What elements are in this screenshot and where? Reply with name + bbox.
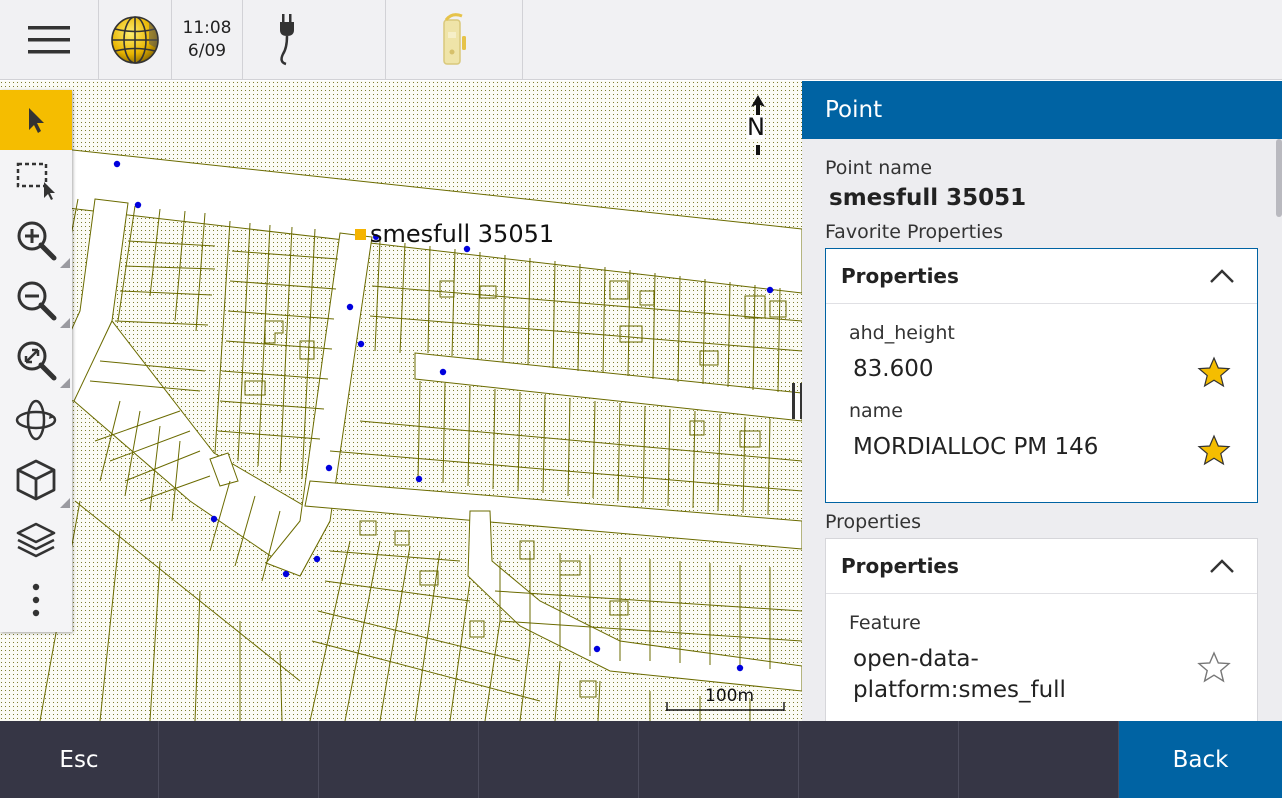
property-row: ahd_height 83.600 bbox=[826, 304, 1257, 388]
star-filled-icon[interactable] bbox=[1197, 434, 1231, 468]
time-text: 11:08 bbox=[182, 18, 232, 38]
orbit-button[interactable] bbox=[0, 390, 72, 450]
selected-point-label: smesfull 35051 bbox=[370, 220, 555, 248]
status-bar: 11:08 6/09 bbox=[0, 0, 802, 80]
property-label: Feature bbox=[849, 612, 921, 634]
selected-point-marker[interactable] bbox=[355, 229, 366, 240]
power-status-button[interactable] bbox=[243, 0, 386, 80]
zoom-out-button[interactable] bbox=[0, 270, 72, 330]
point-name-value: smesfull 35051 bbox=[829, 185, 1027, 211]
instrument-status-button[interactable] bbox=[386, 0, 523, 80]
properties-card-header[interactable]: Properties bbox=[826, 539, 1257, 594]
properties-card: Properties Feature open-data- platform:s… bbox=[825, 538, 1258, 721]
point-details-panel: Point Point name smesfull 35051 Favorite… bbox=[802, 81, 1282, 721]
softkey-5[interactable] bbox=[639, 721, 799, 798]
point-name-label: Point name bbox=[825, 157, 933, 179]
gnss-status-button[interactable] bbox=[99, 0, 172, 80]
property-label: ahd_height bbox=[849, 322, 955, 344]
north-label: N bbox=[747, 113, 765, 141]
softkey-3[interactable] bbox=[319, 721, 479, 798]
layers-button[interactable] bbox=[0, 510, 72, 570]
softkey-4[interactable] bbox=[479, 721, 639, 798]
bottom-softkey-bar: Esc Back bbox=[0, 721, 1282, 798]
chevron-up-icon bbox=[1210, 559, 1234, 573]
zoom-in-icon bbox=[17, 221, 57, 261]
status-bar-spacer bbox=[523, 0, 802, 80]
panel-title: Point bbox=[802, 81, 1282, 139]
hamburger-menu-icon bbox=[28, 26, 70, 54]
map-canvas[interactable] bbox=[0, 81, 802, 721]
esc-button[interactable]: Esc bbox=[0, 721, 159, 798]
3d-view-button[interactable] bbox=[0, 450, 72, 510]
select-tool-button[interactable] bbox=[0, 90, 72, 150]
zoom-out-icon bbox=[17, 281, 57, 321]
softkey-2[interactable] bbox=[159, 721, 319, 798]
globe-icon bbox=[111, 16, 159, 64]
receiver-icon bbox=[443, 13, 466, 65]
power-plug-icon bbox=[280, 14, 294, 66]
softkey-6[interactable] bbox=[799, 721, 959, 798]
chevron-up-icon bbox=[1210, 269, 1234, 283]
orbit-icon bbox=[15, 399, 57, 441]
favorites-section-label: Favorite Properties bbox=[825, 221, 1003, 243]
zoom-in-button[interactable] bbox=[0, 210, 72, 270]
property-label: name bbox=[849, 400, 903, 422]
select-arrow-icon bbox=[29, 108, 44, 133]
favorite-properties-card: Properties ahd_height 83.600 name MORDIA… bbox=[825, 248, 1258, 503]
property-row: name MORDIALLOC PM 146 bbox=[826, 382, 1257, 466]
property-value: open-data- platform:smes_full bbox=[849, 634, 1257, 706]
properties-card-title: Properties bbox=[841, 554, 959, 578]
back-button[interactable]: Back bbox=[1119, 721, 1282, 798]
map-view[interactable]: smesfull 35051 N 100m bbox=[0, 81, 802, 721]
menu-button[interactable] bbox=[0, 0, 99, 80]
scale-label: 100m bbox=[705, 686, 755, 706]
more-tools-button[interactable] bbox=[0, 570, 72, 630]
cube-3d-icon bbox=[16, 459, 56, 501]
more-vertical-icon bbox=[32, 583, 40, 617]
star-outline-icon[interactable] bbox=[1197, 651, 1231, 685]
favorite-properties-card-header[interactable]: Properties bbox=[826, 249, 1257, 304]
zoom-extents-button[interactable] bbox=[0, 330, 72, 390]
property-value: MORDIALLOC PM 146 bbox=[853, 434, 1099, 460]
box-select-icon bbox=[16, 162, 55, 200]
properties-section-label: Properties bbox=[825, 511, 922, 533]
property-row: Feature open-data- platform:smes_full bbox=[826, 594, 1257, 706]
zoom-extents-icon bbox=[17, 341, 57, 381]
map-toolbar bbox=[0, 90, 72, 632]
favorite-properties-card-title: Properties bbox=[841, 264, 959, 288]
clock-display: 11:08 6/09 bbox=[172, 0, 243, 80]
property-value: 83.600 bbox=[853, 356, 934, 382]
box-select-tool-button[interactable] bbox=[0, 150, 72, 210]
panel-body: Point name smesfull 35051 Favorite Prope… bbox=[802, 139, 1282, 721]
layers-icon bbox=[16, 522, 56, 558]
date-text: 6/09 bbox=[187, 41, 227, 61]
status-bar-right bbox=[802, 0, 1282, 80]
softkey-7[interactable] bbox=[959, 721, 1119, 798]
